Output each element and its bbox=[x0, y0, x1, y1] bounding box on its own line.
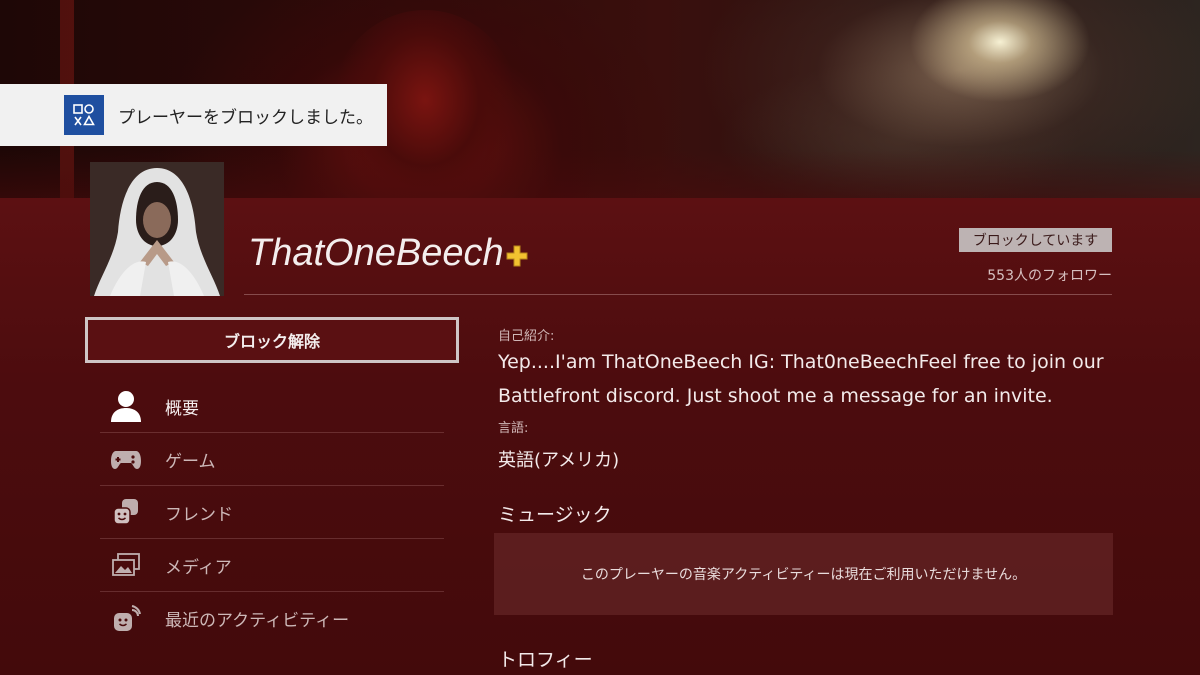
bio-line-2: Battlefront discord. Just shoot me a mes… bbox=[498, 385, 1053, 407]
media-icon bbox=[108, 547, 144, 583]
menu-item-media[interactable]: メディア bbox=[100, 539, 444, 592]
music-section-title: ミュージック bbox=[498, 504, 612, 526]
bio-line-1: Yep....I'am ThatOneBeech IG: That0neBeec… bbox=[498, 351, 1104, 373]
gamepad-icon bbox=[108, 441, 144, 477]
profile-menu: 概要 ゲーム フレンド メディア 最近のアクティビティー bbox=[100, 380, 444, 645]
menu-item-friends[interactable]: フレンド bbox=[100, 486, 444, 539]
profile-username: ThatOneBeech bbox=[248, 232, 504, 274]
menu-item-recent-activity[interactable]: 最近のアクティビティー bbox=[100, 592, 444, 645]
menu-label-recent-activity: 最近のアクティビティー bbox=[165, 611, 350, 631]
bio-text: Yep....I'am ThatOneBeech IG: That0neBeec… bbox=[498, 345, 1118, 413]
playstation-logo-icon bbox=[64, 95, 104, 135]
notification-text: プレーヤーをブロックしました。 bbox=[118, 107, 373, 128]
music-activity-panel: このプレーヤーの音楽アクティビティーは現在ご利用いただけません。 bbox=[494, 533, 1113, 615]
menu-label-overview: 概要 bbox=[165, 398, 199, 419]
header-divider bbox=[244, 294, 1112, 295]
music-unavailable-message: このプレーヤーの音楽アクティビティーは現在ご利用いただけません。 bbox=[580, 567, 1027, 583]
bio-label: 自己紹介: bbox=[498, 329, 555, 344]
avatar bbox=[90, 162, 224, 296]
blocked-status-badge: ブロックしています bbox=[959, 228, 1112, 252]
ps-plus-icon bbox=[506, 245, 528, 267]
language-value: 英語(アメリカ) bbox=[498, 450, 620, 471]
trophies-section-title[interactable]: トロフィー bbox=[498, 645, 593, 672]
menu-label-friends: フレンド bbox=[165, 504, 233, 525]
follower-count: 553人のフォロワー bbox=[987, 268, 1112, 284]
menu-item-games[interactable]: ゲーム bbox=[100, 433, 444, 486]
unblock-button[interactable]: ブロック解除 bbox=[85, 317, 459, 363]
language-label: 言語: bbox=[498, 421, 529, 436]
menu-label-media: メディア bbox=[165, 557, 232, 578]
block-notification-toast: プレーヤーをブロックしました。 bbox=[0, 84, 387, 146]
menu-item-overview[interactable]: 概要 bbox=[100, 380, 444, 433]
friends-icon bbox=[108, 494, 144, 530]
activity-icon bbox=[108, 601, 144, 637]
profile-icon bbox=[108, 388, 144, 424]
menu-label-games: ゲーム bbox=[165, 451, 216, 472]
